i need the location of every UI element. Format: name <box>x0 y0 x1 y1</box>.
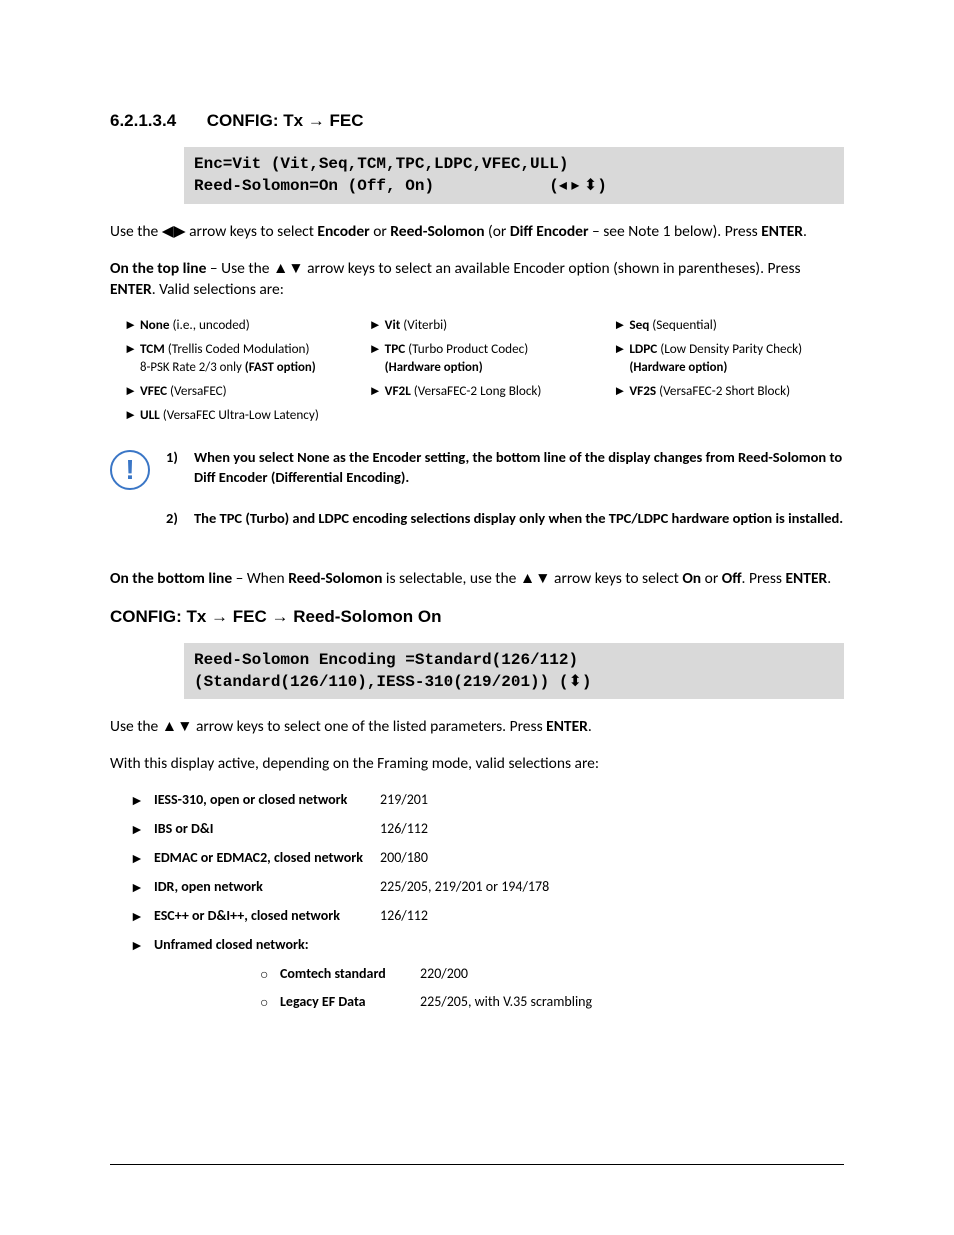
table-row: ► EDMAC or EDMAC2, closed network 200/18… <box>130 849 844 868</box>
info-notes-list: 1) When you select None as the Encoder s… <box>166 448 844 551</box>
left-right-arrows-icon: ◀▶ <box>162 222 186 241</box>
bullet-icon: ► <box>124 316 140 334</box>
bullet-icon: ► <box>369 316 385 334</box>
up-down-arrows-icon: ▲▼ <box>520 569 551 588</box>
hollow-bullet-icon: ○ <box>260 965 280 984</box>
encoder-item: ► TCM (Trellis Coded Modulation)8-PSK Ra… <box>124 340 355 376</box>
table-row: ► IDR, open network 225/205, 219/201 or … <box>130 878 844 897</box>
encoder-item: ► TPC (Turbo Product Codec)(Hardware opt… <box>369 340 600 376</box>
code-line-2: (Standard(126/110),IESS-310(219/201)) (⬍… <box>194 671 834 693</box>
bullet-icon: ► <box>369 382 385 400</box>
encoder-column-1: ► None (i.e., uncoded) ► TCM (Trellis Co… <box>124 316 355 430</box>
up-down-arrows-icon: ▲▼ <box>162 717 193 736</box>
document-page: 6.2.1.3.4 CONFIG: Tx → FEC Enc=Vit (Vit,… <box>0 0 954 1235</box>
encoder-column-3: ► Seq (Sequential) ► LDPC (Low Density P… <box>613 316 844 430</box>
table-row: ○ Comtech standard 220/200 <box>260 965 844 984</box>
encoder-item: ► VF2L (VersaFEC-2 Long Block) <box>369 382 600 400</box>
sub-heading-rs-on: CONFIG: Tx → FEC → Reed-Solomon On <box>110 606 844 629</box>
bullet-icon: ► <box>124 406 140 424</box>
rs-selection-table: ► IESS-310, open or closed network 219/2… <box>130 791 844 1012</box>
rs-sub-table: ○ Comtech standard 220/200 ○ Legacy EF D… <box>260 965 844 1013</box>
bullet-icon: ► <box>130 907 154 926</box>
encoder-column-2: ► Vit (Viterbi) ► TPC (Turbo Product Cod… <box>369 316 600 430</box>
code-line-1: Reed-Solomon Encoding =Standard(126/112) <box>194 649 834 671</box>
footer-rule <box>110 1164 844 1165</box>
encoder-item: ► Seq (Sequential) <box>613 316 844 334</box>
section-heading: 6.2.1.3.4 CONFIG: Tx → FEC <box>110 110 844 133</box>
display-box-rs: Reed-Solomon Encoding =Standard(126/112)… <box>184 643 844 700</box>
paragraph-top-line: On the top line – Use the ▲▼ arrow keys … <box>110 259 844 301</box>
up-down-arrows-icon: ▲▼ <box>273 259 304 278</box>
encoder-item: ► Vit (Viterbi) <box>369 316 600 334</box>
section-title: CONFIG: Tx → FEC <box>207 111 364 130</box>
bullet-icon: ► <box>130 791 154 810</box>
encoder-item: ► VF2S (VersaFEC-2 Short Block) <box>613 382 844 400</box>
table-row: ► IBS or D&I 126/112 <box>130 820 844 839</box>
table-row: ► IESS-310, open or closed network 219/2… <box>130 791 844 810</box>
table-row: ► ESC++ or D&I++, closed network 126/112 <box>130 907 844 926</box>
bullet-icon: ► <box>130 849 154 868</box>
encoder-item: ► None (i.e., uncoded) <box>124 316 355 334</box>
bullet-icon: ► <box>124 340 140 358</box>
code-line-1: Enc=Vit (Vit,Seq,TCM,TPC,LDPC,VFEC,ULL) <box>194 153 834 175</box>
bullet-icon: ► <box>613 382 629 400</box>
table-row: ○ Legacy EF Data 225/205, with V.35 scra… <box>260 993 844 1012</box>
bullet-icon: ► <box>130 878 154 897</box>
code-line-2: Reed-Solomon=On (Off, On) (◂ ▸ ⬍) <box>194 175 834 197</box>
encoder-item: ► VFEC (VersaFEC) <box>124 382 355 400</box>
paragraph-bottom-line: On the bottom line – When Reed-Solomon i… <box>110 569 844 590</box>
info-notes-block: ! 1) When you select None as the Encoder… <box>110 448 844 551</box>
encoder-item: ► LDPC (Low Density Parity Check) (Hardw… <box>613 340 844 376</box>
encoder-item: ► ULL (VersaFEC Ultra-Low Latency) <box>124 406 355 424</box>
info-note: 1) When you select None as the Encoder s… <box>166 448 844 487</box>
hollow-bullet-icon: ○ <box>260 993 280 1012</box>
bullet-icon: ► <box>124 382 140 400</box>
paragraph-valid-selections: With this display active, depending on t… <box>110 754 844 775</box>
bullet-icon: ► <box>613 340 629 358</box>
bullet-icon: ► <box>130 820 154 839</box>
bullet-icon: ► <box>613 316 629 334</box>
paragraph-select-encoder: Use the ◀▶ arrow keys to select Encoder … <box>110 222 844 243</box>
paragraph-select-param: Use the ▲▼ arrow keys to select one of t… <box>110 717 844 738</box>
nav-arrows-icon: ◂ ▸ ⬍ <box>559 177 597 194</box>
info-note: 2) The TPC (Turbo) and LDPC encoding sel… <box>166 509 844 529</box>
display-box-fec: Enc=Vit (Vit,Seq,TCM,TPC,LDPC,VFEC,ULL) … <box>184 147 844 204</box>
bullet-icon: ► <box>130 936 154 955</box>
up-down-nav-icon: ⬍ <box>568 673 581 690</box>
encoder-options-grid: ► None (i.e., uncoded) ► TCM (Trellis Co… <box>124 316 844 430</box>
table-row: ► Unframed closed network: <box>130 936 844 955</box>
bullet-icon: ► <box>369 340 385 358</box>
section-number: 6.2.1.3.4 <box>110 110 202 133</box>
info-icon: ! <box>110 450 150 490</box>
